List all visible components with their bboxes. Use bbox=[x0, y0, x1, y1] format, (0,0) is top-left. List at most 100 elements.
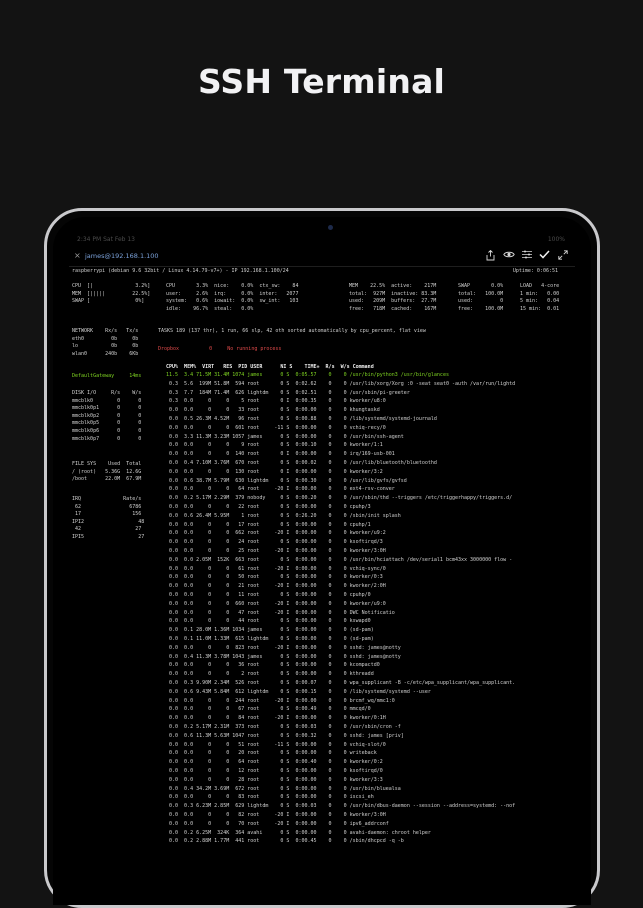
quicklook-mem: MEM [||||| 22.5%] bbox=[72, 290, 151, 297]
process-row: 0.0 0.0 0 0 44 root 0 S 0:00.00 0 0 kswa… bbox=[166, 618, 371, 625]
toolbar bbox=[484, 249, 569, 263]
network-eth0: eth0 0b 0b bbox=[72, 335, 139, 342]
process-row: 0.0 0.0 0 0 70 root -20 I 0:00.00 0 0 ip… bbox=[166, 820, 389, 827]
system-header: raspberrypi (debian 9.6 32bit / Linux 4.… bbox=[72, 268, 289, 274]
status-battery: 100% bbox=[547, 236, 565, 243]
process-row: 0.0 0.0 0 0 601 root -11 S 0:00.00 0 0 v… bbox=[166, 424, 386, 431]
default-gateway: DefaultGateway 14ms bbox=[72, 373, 142, 379]
tasks-summary: TASKS 189 (137 thr), 1 run, 66 slp, 42 o… bbox=[158, 328, 426, 334]
fs-header: FILE SYS Used Total bbox=[72, 461, 142, 467]
process-row: 0.0 0.0 0 0 24 root 0 S 0:00.00 0 0 ksof… bbox=[166, 539, 383, 546]
fs-boot: /boot 22.0M 67.9M bbox=[72, 476, 142, 483]
process-row: 0.0 0.4 34.2M 3.69M 672 root 0 S 0:00.00… bbox=[166, 785, 401, 792]
process-row: 0.0 0.0 0 0 25 root -20 I 0:00.00 0 0 kw… bbox=[166, 548, 386, 554]
process-row: 0.0 0.2 2.88M 1.77M 441 root 0 S 0:00.45… bbox=[166, 838, 404, 845]
swap-line-2: used: 0 bbox=[458, 298, 504, 305]
process-row: 0.0 0.0 0 0 17 root 0 S 0:00.00 0 0 cpuh… bbox=[166, 521, 371, 528]
process-row: 0.0 0.0 0 0 130 root 0 I 0:00.00 0 0 kwo… bbox=[166, 468, 383, 475]
process-row: 0.0 0.3 9.90M 2.34M 526 root 0 S 0:00.07… bbox=[166, 680, 516, 686]
process-row: 0.0 3.3 11.3M 3.23M 1057 james 0 S 0:00.… bbox=[166, 433, 404, 440]
process-row: 0.0 0.0 0 0 51 root -11 S 0:00.00 0 0 vc… bbox=[166, 741, 386, 748]
eye-icon[interactable] bbox=[502, 250, 515, 263]
quicklook-cpu: CPU [| 3.2%] bbox=[72, 283, 151, 289]
disk-row: mmcblk0p2 0 0 bbox=[72, 412, 142, 419]
mem-line-3: free: 718M cached: 167M bbox=[349, 305, 437, 312]
process-row: 0.0 0.1 28.0M 1.36M 1034 james 0 S 0:00.… bbox=[166, 627, 374, 634]
load-line-1: 1 min: 0.00 bbox=[520, 290, 560, 297]
process-row: 0.0 0.0 0 0 67 root 0 S 0:00.49 0 0 mmcq… bbox=[166, 706, 371, 713]
dropbox-status: Dropbox 0 No running process bbox=[158, 346, 282, 352]
process-row: 0.0 0.3 6.23M 2.85M 629 lightdm 0 S 0:00… bbox=[166, 803, 516, 810]
sliders-icon[interactable] bbox=[520, 250, 533, 263]
mem-line-1: total: 927M inactive: 83.3M bbox=[349, 290, 437, 297]
process-row: 0.0 0.4 11.3M 3.78M 1043 james 0 S 0:00.… bbox=[166, 653, 401, 660]
process-row: 0.0 0.0 0 0 84 root -20 I 0:00.00 0 0 kw… bbox=[166, 715, 386, 722]
process-row: 0.3 5.6 199M 51.8M 594 root 0 S 0:02.62 … bbox=[166, 380, 516, 387]
close-icon[interactable]: × bbox=[74, 251, 81, 260]
process-row: 0.0 0.0 0 0 660 root -20 I 0:00.00 0 0 k… bbox=[166, 600, 386, 607]
process-row: 0.0 0.2 5.17M 2.29M 379 nobody 0 S 0:00.… bbox=[166, 495, 513, 502]
process-row: 0.0 0.0 0 0 140 root 0 I 0:00.00 0 0 irq… bbox=[166, 451, 395, 458]
disk-row: mmcblk0p5 0 0 bbox=[72, 420, 142, 427]
network-header: NETWORK Rx/s Tx/s bbox=[72, 328, 139, 334]
status-time: 2:34 PM Sat Feb 13 bbox=[77, 236, 135, 243]
network-wlan0: wlan0 240b 6Kb bbox=[72, 350, 139, 357]
process-row: 0.3 0.0 0 0 5 root 0 I 0:00.35 0 0 kwork… bbox=[166, 398, 386, 405]
camera-icon bbox=[328, 225, 333, 230]
process-row: 0.0 0.0 0 0 83 root 0 S 0:00.00 0 0 iscs… bbox=[166, 794, 374, 801]
process-row: 0.0 0.6 9.43M 5.84M 612 lightdm 0 S 0:00… bbox=[166, 688, 431, 695]
process-row: 0.0 0.5 26.3M 4.52M 96 root 0 S 0:00.88 … bbox=[166, 416, 437, 422]
process-row: 0.3 7.7 184M 71.4M 626 lightdm 0 S 0:02.… bbox=[166, 389, 410, 396]
process-row: 0.0 0.2 6.25M 324K 364 avahi 0 S 0:00.00… bbox=[166, 829, 431, 836]
process-table-header: CPU% MEM% VIRT RES PID USER NI S TIME+ R… bbox=[166, 364, 374, 370]
disk-header: DISK I/O R/s W/s bbox=[72, 390, 142, 396]
process-row: 0.0 0.0 0 0 9 root 0 S 0:00.10 0 0 kwork… bbox=[166, 442, 383, 449]
disk-row: mmcblk0p1 0 0 bbox=[72, 405, 142, 412]
disk-row: mmcblk0p7 0 0 bbox=[72, 435, 142, 442]
process-row: 0.0 0.6 26.4M 5.95M 1 root 0 S 0:26.20 0… bbox=[166, 512, 401, 519]
process-row: 0.0 0.1 11.0M 1.33M 615 lightdm 0 S 0:00… bbox=[166, 636, 374, 642]
process-row: 0.0 0.0 0 0 47 root -20 I 0:00.00 0 0 DW… bbox=[166, 609, 395, 616]
irq-header: IRQ Rate/s bbox=[72, 496, 142, 502]
uptime: Uptime: 0:06:51 bbox=[512, 268, 558, 274]
share-icon[interactable] bbox=[484, 249, 497, 263]
swap-line-1: total: 100.0M bbox=[458, 290, 504, 297]
disk-row: mmcblk0p6 0 0 bbox=[72, 428, 142, 434]
process-row: 0.0 0.0 0 0 21 root -20 I 0:00.00 0 0 kw… bbox=[166, 583, 386, 590]
cpu-line-3: idle: 96.7% steal: 0.0% bbox=[166, 305, 254, 312]
mem-line-2: used: 209M buffers: 27.7M bbox=[349, 298, 437, 305]
process-row: 0.0 0.0 0 0 64 root 0 S 0:00.40 0 0 kwor… bbox=[166, 759, 383, 766]
process-row: 0.0 0.6 38.7M 5.79M 630 lightdm 0 S 0:00… bbox=[166, 477, 407, 484]
terminal-output[interactable]: raspberrypi (debian 9.6 32bit / Linux 4.… bbox=[72, 268, 572, 858]
process-row: 0.0 0.0 0 0 11 root 0 S 0:00.00 0 0 cpuh… bbox=[166, 592, 371, 598]
process-row: 0.0 0.0 0 0 28 root 0 S 0:00.00 0 0 kwor… bbox=[166, 776, 383, 783]
process-row: 0.0 0.0 0 0 61 root -20 I 0:00.00 0 0 vc… bbox=[166, 565, 386, 572]
process-row: 0.0 0.0 0 0 244 root -20 I 0:00.00 0 0 b… bbox=[166, 697, 395, 704]
expand-icon[interactable] bbox=[556, 250, 569, 263]
process-row: 0.0 0.4 7.10M 3.76M 670 root 0 S 0:00.02… bbox=[166, 460, 437, 466]
check-icon[interactable] bbox=[538, 250, 551, 263]
process-row: 0.0 0.0 0 0 33 root 0 S 0:00.00 0 0 khun… bbox=[166, 407, 380, 414]
cpu-line-2: system: 0.6% iowait: 0.0% sw_int: 103 bbox=[166, 298, 299, 305]
cpu-line-0: CPU 3.3% nice: 0.0% ctx_sw: 84 bbox=[166, 283, 299, 289]
process-row: 0.0 0.0 0 0 50 root 0 S 0:00.00 0 0 kwor… bbox=[166, 574, 383, 581]
irq-row: IPI5 27 bbox=[72, 534, 145, 540]
process-row: 0.0 0.6 11.3M 5.63M 1047 root 0 S 0:00.3… bbox=[166, 732, 404, 739]
swap-line-3: free: 100.0M bbox=[458, 305, 504, 312]
process-row: 0.0 0.0 0 0 823 root -20 I 0:00.00 0 0 s… bbox=[166, 644, 401, 651]
process-row: 0.0 0.0 0 0 662 root -20 I 0:00.00 0 0 k… bbox=[166, 530, 386, 537]
session-titlebar: × james@192.168.1.100 bbox=[69, 248, 575, 267]
disk-row: mmcblk0 0 0 bbox=[72, 397, 142, 404]
fs-root: / (root) 5.36G 12.6G bbox=[72, 468, 142, 475]
process-row: 0.0 0.0 0 0 2 root 0 S 0:00.00 0 0 kthre… bbox=[166, 671, 374, 678]
swap-line-0: SWAP 0.0% bbox=[458, 283, 504, 289]
network-lo: lo 0b 0b bbox=[72, 343, 139, 350]
irq-row: 62 6786 bbox=[72, 503, 142, 510]
irq-row: 42 27 bbox=[72, 526, 142, 533]
process-row: 11.5 3.4 71.5M 31.4M 1074 james 0 S 0:05… bbox=[166, 372, 449, 378]
process-row: 0.0 0.0 2.05M 152K 663 root 0 S 0:00.00 … bbox=[166, 556, 513, 563]
process-row: 0.0 0.0 0 0 20 root 0 S 0:00.00 0 0 writ… bbox=[166, 750, 377, 757]
process-row: 0.0 0.0 0 0 82 root -20 I 0:00.00 0 0 kw… bbox=[166, 812, 386, 818]
mem-line-0: MEM 22.5% active: 217M bbox=[349, 283, 437, 289]
cpu-line-1: user: 2.6% irq: 0.0% inter: 2077 bbox=[166, 290, 299, 297]
